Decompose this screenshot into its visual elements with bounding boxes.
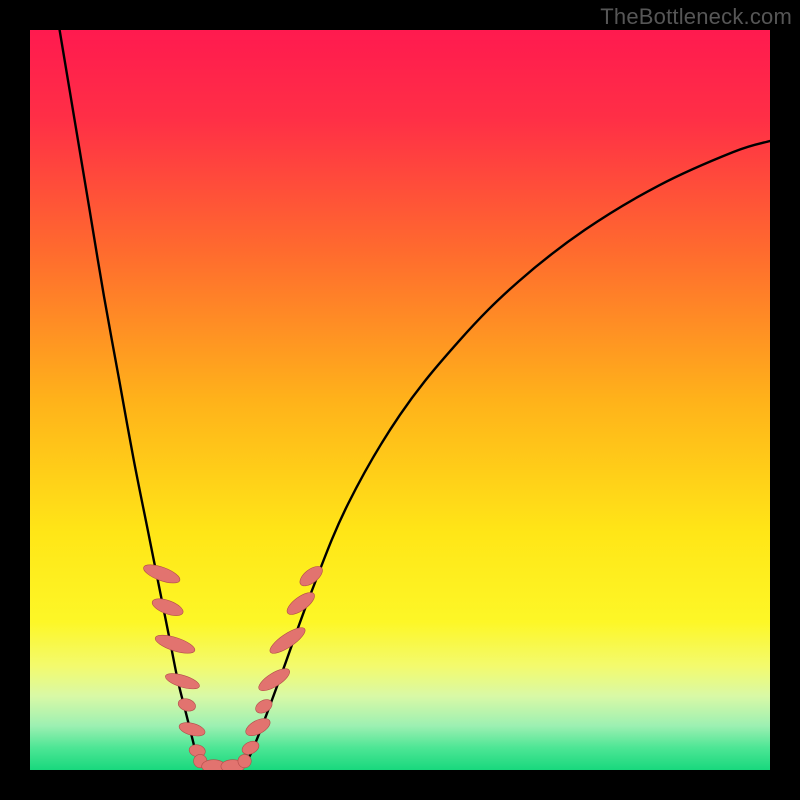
curve-bead [150, 595, 185, 619]
curve-bead [164, 670, 201, 692]
chart-frame: TheBottleneck.com [0, 0, 800, 800]
bottleneck-curve [60, 30, 770, 769]
curve-bead [240, 739, 261, 757]
curve-bead [267, 623, 309, 657]
curve-layer [30, 30, 770, 770]
curve-bead [238, 754, 251, 767]
curve-bead [153, 631, 197, 656]
curve-bead [141, 561, 182, 587]
plot-area [30, 30, 770, 770]
curve-bead [256, 665, 293, 695]
curve-bead [177, 697, 197, 714]
watermark-text: TheBottleneck.com [600, 4, 792, 30]
curve-bead [284, 589, 318, 619]
